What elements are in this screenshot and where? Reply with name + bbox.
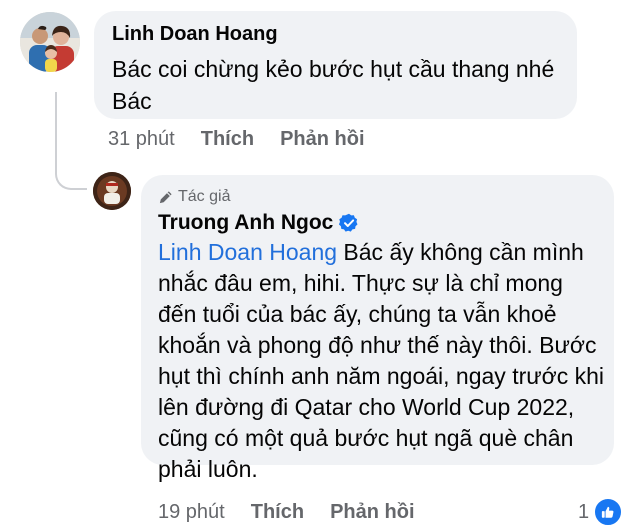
reply-reply-button[interactable]: Phản hồi <box>330 501 414 524</box>
comment-bubble: Linh Doan Hoang Bác coi chừng kẻo bước h… <box>94 11 577 119</box>
reply-body-text: Bác ấy không cần mình nhắc đâu em, hihi.… <box>158 239 605 482</box>
author-photo-avatar-icon <box>93 172 131 210</box>
reply-author-avatar[interactable] <box>93 172 131 210</box>
reply-author-name[interactable]: Truong Anh Ngoc <box>158 211 333 235</box>
reply-actions: 19 phút Thích Phản hồi <box>158 499 441 525</box>
comment-like-button[interactable]: Thích <box>201 128 254 151</box>
author-badge: Tác giả <box>158 187 230 207</box>
reaction-count: 1 <box>578 500 590 523</box>
commenter-name[interactable]: Linh Doan Hoang <box>112 23 278 46</box>
reply-text: Linh Doan Hoang Bác ấy không cần mình nh… <box>158 237 606 485</box>
verified-badge-icon <box>339 213 359 233</box>
comment-timestamp[interactable]: 31 phút <box>108 128 175 151</box>
reply-author-name-row: Truong Anh Ngoc <box>158 209 359 237</box>
reply-like-button[interactable]: Thích <box>251 501 304 524</box>
mention-link[interactable]: Linh Doan Hoang <box>158 239 337 265</box>
like-reaction-icon <box>593 497 624 527</box>
comment-actions: 31 phút Thích Phản hồi <box>108 126 391 152</box>
comment-thread: Linh Doan Hoang Bác coi chừng kẻo bước h… <box>0 0 640 528</box>
reply-timestamp[interactable]: 19 phút <box>158 501 225 524</box>
reply-bubble: Tác giả Truong Anh Ngoc Linh Doan Hoang … <box>141 175 614 482</box>
commenter-avatar[interactable] <box>20 12 80 72</box>
author-badge-label: Tác giả <box>178 188 231 205</box>
reaction-summary[interactable]: 1 <box>578 497 624 527</box>
pencil-icon <box>159 190 172 203</box>
comment-text: Bác coi chừng kẻo bước hụt cầu thang nhé… <box>112 56 555 114</box>
thread-connector-line <box>55 92 87 190</box>
comment-reply-button[interactable]: Phản hồi <box>280 128 364 151</box>
family-photo-avatar-icon <box>20 12 80 72</box>
